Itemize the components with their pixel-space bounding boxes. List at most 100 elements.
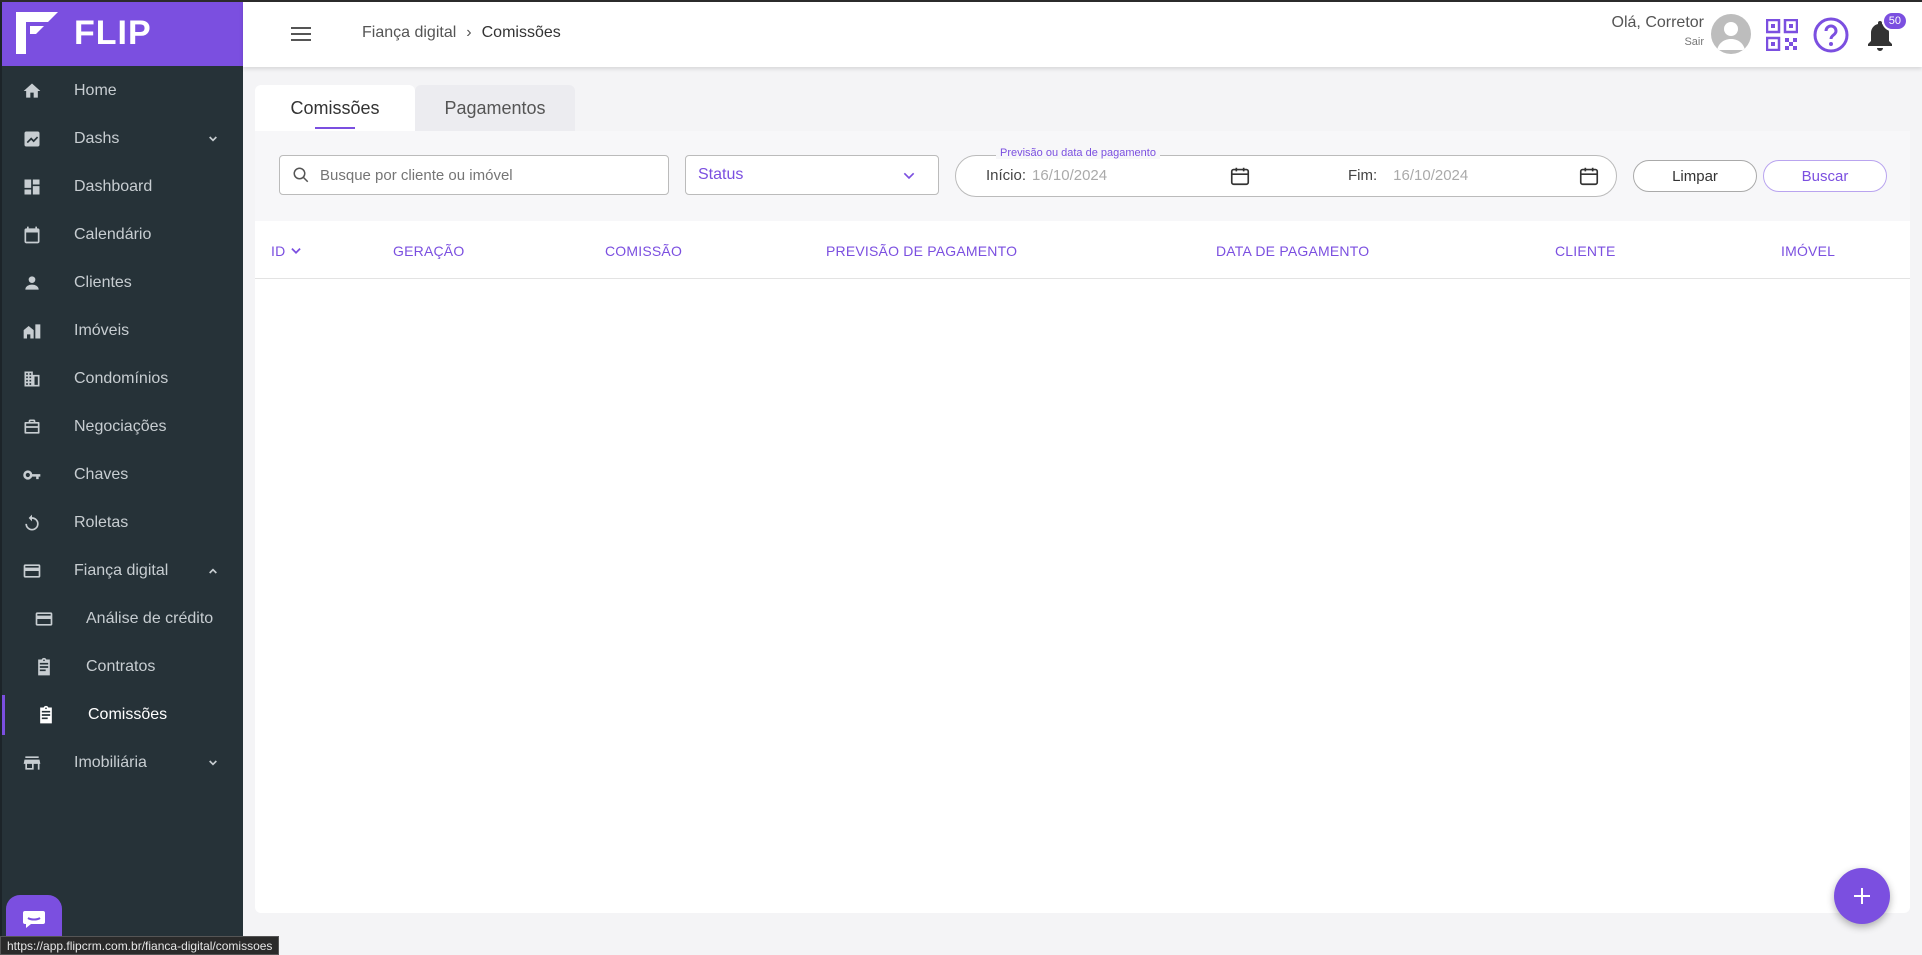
sidebar-item-condominios[interactable]: Condomínios: [2, 355, 243, 403]
sidebar-item-imobiliaria[interactable]: Imobiliária: [2, 739, 243, 787]
sidebar-item-comissoes[interactable]: Comissões: [2, 691, 243, 739]
search-button[interactable]: Buscar: [1763, 160, 1887, 192]
sidebar-item-label: Análise de crédito: [86, 610, 214, 627]
sidebar-item-label: Contratos: [86, 658, 156, 675]
sidebar-item-label: Negociações: [74, 418, 167, 435]
main-panel: Status Previsão ou data de pagamento Iní…: [255, 131, 1910, 913]
sidebar-item-calendario[interactable]: Calendário: [2, 211, 243, 259]
sidebar-item-label: Home: [74, 82, 117, 99]
tab-comissoes[interactable]: Comissões: [255, 85, 415, 131]
sidebar-item-label: Condomínios: [74, 370, 169, 387]
sidebar-item-contratos[interactable]: Contratos: [2, 643, 243, 691]
status-select-label: Status: [698, 166, 744, 183]
top-header: Fiança digital › Comissões Olá, Corretor…: [243, 2, 1922, 67]
apartment-icon: [22, 369, 42, 389]
sidebar-item-analise-credito[interactable]: Análise de crédito: [2, 595, 243, 643]
start-date-value[interactable]: 16/10/2024: [1032, 167, 1107, 184]
sidebar-item-label: Roletas: [74, 514, 129, 531]
chevron-down-icon: [903, 172, 915, 180]
home-icon: [22, 81, 42, 101]
chevron-down-icon: [209, 760, 217, 766]
filters-bar: Status Previsão ou data de pagamento Iní…: [255, 131, 1910, 221]
logout-link[interactable]: Sair: [1612, 36, 1704, 48]
start-date-field[interactable]: Início: 16/10/2024: [986, 167, 1107, 184]
calendar-icon[interactable]: [1578, 165, 1600, 187]
sidebar-item-dashs[interactable]: Dashs: [2, 115, 243, 163]
column-geracao[interactable]: GERAÇÃO: [393, 243, 464, 259]
calendar-icon: [22, 225, 42, 245]
date-range-legend: Previsão ou data de pagamento: [996, 147, 1160, 159]
column-id[interactable]: ID: [271, 243, 303, 259]
logo[interactable]: FLIP: [2, 0, 243, 66]
status-select[interactable]: Status: [685, 155, 939, 195]
breadcrumb: Fiança digital › Comissões: [362, 24, 561, 42]
card-icon: [22, 561, 42, 581]
briefcase-icon: [22, 417, 42, 437]
sidebar-item-label: Dashboard: [74, 178, 153, 195]
clear-button[interactable]: Limpar: [1633, 160, 1757, 192]
card-icon: [34, 609, 54, 629]
avatar[interactable]: [1711, 14, 1751, 54]
qr-code-icon[interactable]: [1766, 19, 1798, 51]
sidebar-item-label: Comissões: [88, 706, 168, 723]
calendar-icon[interactable]: [1229, 165, 1251, 187]
sidebar-item-label: Fiança digital: [74, 562, 169, 579]
key-icon: [22, 465, 42, 485]
end-date-field[interactable]: Fim: 16/10/2024: [1348, 167, 1468, 184]
column-imovel[interactable]: IMÓVEL: [1781, 243, 1835, 259]
sidebar-item-imoveis[interactable]: Imóveis: [2, 307, 243, 355]
sidebar-item-dashboard[interactable]: Dashboard: [2, 163, 243, 211]
sort-chevron-icon: [291, 248, 302, 254]
search-input[interactable]: [320, 166, 650, 184]
column-comissao[interactable]: COMISSÃO: [605, 243, 682, 259]
clipboard-icon: [34, 657, 54, 677]
hamburger-menu-icon[interactable]: [291, 26, 311, 42]
flip-logo-icon: [16, 12, 58, 54]
dashboard-icon: [22, 177, 42, 197]
date-range-field: Previsão ou data de pagamento Início: 16…: [955, 147, 1617, 197]
plus-icon: [1854, 888, 1870, 904]
sidebar-item-negociacoes[interactable]: Negociações: [2, 403, 243, 451]
sidebar-item-clientes[interactable]: Clientes: [2, 259, 243, 307]
breadcrumb-current: Comissões: [481, 24, 561, 41]
sidebar-item-chaves[interactable]: Chaves: [2, 451, 243, 499]
search-icon: [293, 167, 309, 183]
start-date-label: Início:: [986, 167, 1027, 184]
chart-icon: [22, 129, 42, 149]
breadcrumb-parent[interactable]: Fiança digital: [362, 24, 456, 42]
sidebar-item-home[interactable]: Home: [2, 67, 243, 115]
end-date-value[interactable]: 16/10/2024: [1393, 167, 1468, 184]
chevron-up-icon: [209, 568, 217, 574]
sidebar-item-label: Imobiliária: [74, 754, 147, 771]
sidebar-item-roletas[interactable]: Roletas: [2, 499, 243, 547]
column-label: ID: [271, 243, 286, 259]
store-icon: [22, 753, 42, 773]
end-date-label: Fim:: [1348, 167, 1378, 184]
sidebar-item-label: Chaves: [74, 466, 129, 483]
rotate-icon: [22, 513, 42, 533]
help-icon[interactable]: [1813, 17, 1849, 53]
add-button[interactable]: [1834, 868, 1890, 924]
search-field[interactable]: [279, 155, 669, 195]
clipboard-icon: [36, 705, 56, 725]
sidebar-item-label: Dashs: [74, 130, 120, 147]
column-cliente[interactable]: CLIENTE: [1555, 243, 1616, 259]
sidebar-item-label: Imóveis: [74, 322, 130, 339]
person-icon: [22, 273, 42, 293]
window-top-border: [0, 0, 1922, 2]
column-previsao-pagamento[interactable]: PREVISÃO DE PAGAMENTO: [826, 243, 1017, 259]
user-avatar-icon: [1717, 22, 1745, 50]
status-bar-url: https://app.flipcrm.com.br/fianca-digita…: [0, 936, 280, 955]
sidebar-item-label: Clientes: [74, 274, 132, 291]
tab-pagamentos[interactable]: Pagamentos: [415, 85, 575, 131]
sidebar-item-label: Calendário: [74, 226, 152, 243]
breadcrumb-separator: ›: [466, 24, 472, 41]
building-icon: [22, 321, 42, 341]
sidebar-item-fianca-digital[interactable]: Fiança digital: [2, 547, 243, 595]
sidebar: FLIP Home Dashs Dashboard Calendário Cli…: [0, 0, 243, 955]
column-data-pagamento[interactable]: DATA DE PAGAMENTO: [1216, 243, 1369, 259]
notification-badge: 50: [1881, 11, 1908, 31]
chevron-down-icon: [209, 136, 217, 142]
table-header: ID GERAÇÃO COMISSÃO PREVISÃO DE PAGAMENT…: [255, 221, 1910, 279]
chat-icon: [23, 911, 45, 928]
